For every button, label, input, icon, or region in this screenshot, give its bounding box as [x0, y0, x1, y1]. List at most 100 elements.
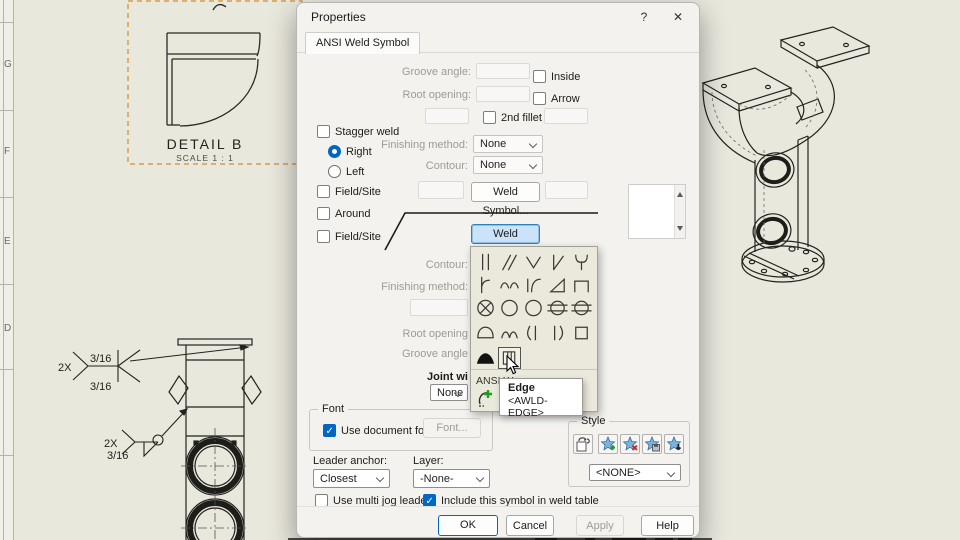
weld-symbol-seam[interactable] [522, 297, 545, 319]
weld-symbol-resistance-seam[interactable] [546, 297, 569, 319]
weld-symbol-flare-bevel[interactable] [522, 274, 545, 296]
detail-view-scale: SCALE 1 : 1 [176, 153, 234, 163]
finishing-method-dropdown[interactable]: None [473, 135, 543, 153]
save-style-button[interactable] [642, 434, 662, 454]
weld-symbol-spot-projection[interactable] [474, 297, 497, 319]
root-opening-input[interactable] [476, 86, 530, 102]
style-dropdown[interactable]: <NONE> [589, 464, 681, 481]
zone-letter-d: D [4, 323, 12, 334]
weld-symbol-fillet[interactable] [546, 274, 569, 296]
field-site-bottom-checkbox-row[interactable]: Field/Site [317, 230, 381, 243]
use-document-font-checkbox[interactable] [323, 424, 336, 438]
finishing-method-lower-label: Finishing method: [381, 281, 468, 293]
weld-callout-1-top-size: 3/16 [90, 353, 111, 365]
weld-symbol-plug-slot[interactable] [474, 322, 497, 344]
second-fillet-checkbox[interactable] [483, 111, 496, 124]
weld-symbol-j-groove[interactable] [474, 274, 497, 296]
field-site-bottom-checkbox[interactable] [317, 230, 330, 243]
symbol-preview-box [628, 184, 686, 239]
weld-symbol-v-groove[interactable] [522, 251, 545, 273]
weld-callout-2-size: 3/16 [107, 450, 128, 462]
weld-symbol-flare-curve-line[interactable] [522, 322, 545, 344]
apply-button[interactable]: Apply [576, 515, 624, 536]
delete-style-button[interactable] [620, 434, 640, 454]
detail-view-geometry[interactable] [166, 32, 261, 127]
weld-symbol-u-groove[interactable] [570, 251, 593, 273]
finishing-method-label: Finishing method: [381, 139, 468, 151]
groove-angle-input[interactable] [476, 63, 530, 79]
contour-dropdown[interactable]: None [473, 156, 543, 174]
multi-jog-leader-label: Use multi jog leader [333, 494, 431, 507]
weld-symbol-back-weld[interactable] [498, 322, 521, 344]
second-fillet-label: 2nd fillet [501, 111, 542, 124]
leader-anchor-label: Leader anchor: [313, 455, 387, 467]
weld-callout-1-qty: 2X [58, 362, 72, 374]
insert-new-symbol-icon[interactable] [476, 388, 496, 415]
zone-letter-e: E [4, 236, 11, 247]
groove-angle-lower-label: Groove angle [401, 348, 468, 360]
detail-view-label: DETAIL B [167, 136, 244, 152]
leader-anchor-dropdown[interactable]: Closest [313, 469, 390, 488]
weld-symbol-top-button[interactable]: Weld Symbol... [471, 182, 540, 217]
top-symbol-left-input[interactable] [418, 181, 464, 199]
use-document-font-label: Use document font [341, 424, 434, 437]
joint-spacer-dropdown[interactable]: None [430, 384, 468, 401]
inside-checkbox[interactable] [533, 70, 546, 83]
arrow-checkbox[interactable] [533, 92, 546, 105]
scroll-up-icon[interactable] [677, 189, 683, 197]
second-fillet-checkbox-row[interactable]: 2nd fillet [483, 111, 542, 124]
layer-dropdown[interactable]: -None- [413, 469, 490, 488]
weld-symbol-backing-bar[interactable] [474, 347, 497, 369]
groove-angle-label: Groove angle: [401, 66, 471, 78]
preview-scrollbar[interactable] [674, 185, 685, 238]
tab-ansi-weld-symbol[interactable]: ANSI Weld Symbol [305, 32, 421, 54]
weld-symbol-square-groove[interactable] [474, 251, 497, 273]
weld-symbol-corner-flange[interactable] [570, 274, 593, 296]
weld-symbol-consumable-insert[interactable] [570, 322, 593, 344]
load-style-button[interactable] [664, 434, 684, 454]
lower-size-input[interactable] [410, 299, 468, 316]
weld-callout-2[interactable] [121, 408, 189, 458]
around-checkbox-row[interactable]: Around [317, 207, 370, 220]
close-icon[interactable]: ✕ [669, 8, 687, 26]
help-icon[interactable]: ? [635, 8, 653, 26]
arrow-label: Arrow [551, 92, 580, 105]
dialog-title: Properties [311, 10, 366, 24]
weld-symbol-curve-line[interactable] [546, 322, 569, 344]
cancel-button[interactable]: Cancel [506, 515, 554, 536]
weld-symbol-flare-v[interactable] [498, 274, 521, 296]
stagger-weld-checkbox-row[interactable]: Stagger weld [317, 125, 399, 138]
field-site-top-label: Field/Site [335, 185, 381, 198]
add-style-button[interactable] [598, 434, 618, 454]
second-fillet-size-input[interactable] [544, 108, 588, 124]
screen: DETAIL B SCALE 1 : 1 2X 3/16 3/16 2X 3/1… [0, 0, 960, 540]
field-site-top-checkbox[interactable] [317, 185, 330, 198]
weld-symbol-spot[interactable] [498, 297, 521, 319]
top-symbol-right-input[interactable] [545, 181, 588, 199]
arrow-checkbox-row[interactable]: Arrow [533, 92, 580, 105]
root-opening-lower-label: Root opening [402, 328, 468, 340]
font-button[interactable]: Font... [423, 418, 481, 438]
weld-symbol-bottom-button[interactable]: Weld Symbol... [471, 224, 540, 259]
around-checkbox[interactable] [317, 207, 330, 220]
fillet-size-input[interactable] [425, 108, 469, 124]
ok-button[interactable]: OK [438, 515, 498, 536]
stagger-weld-label: Stagger weld [335, 125, 400, 138]
mouse-cursor [506, 354, 521, 381]
weld-callout-2-qty: 2X [104, 438, 118, 450]
weld-symbol-resistance-seam-2[interactable] [570, 297, 593, 319]
zone-letter-g: G [4, 59, 12, 70]
help-button[interactable]: Help [641, 515, 694, 536]
stagger-weld-checkbox[interactable] [317, 125, 330, 138]
layer-label: Layer: [413, 455, 444, 467]
inside-checkbox-row[interactable]: Inside [533, 70, 580, 83]
weld-callout-1-bottom-size: 3/16 [90, 381, 111, 393]
around-label: Around [335, 207, 371, 220]
field-site-top-checkbox-row[interactable]: Field/Site [317, 185, 381, 198]
weld-symbol-bevel-groove[interactable] [546, 251, 569, 273]
isometric-view-geometry[interactable] [701, 26, 871, 283]
scroll-down-icon[interactable] [677, 226, 683, 234]
weld-symbol-scarf[interactable] [498, 251, 521, 273]
apply-defaults-style-button[interactable] [573, 434, 593, 454]
use-document-font-row[interactable]: Use document font [323, 424, 434, 438]
